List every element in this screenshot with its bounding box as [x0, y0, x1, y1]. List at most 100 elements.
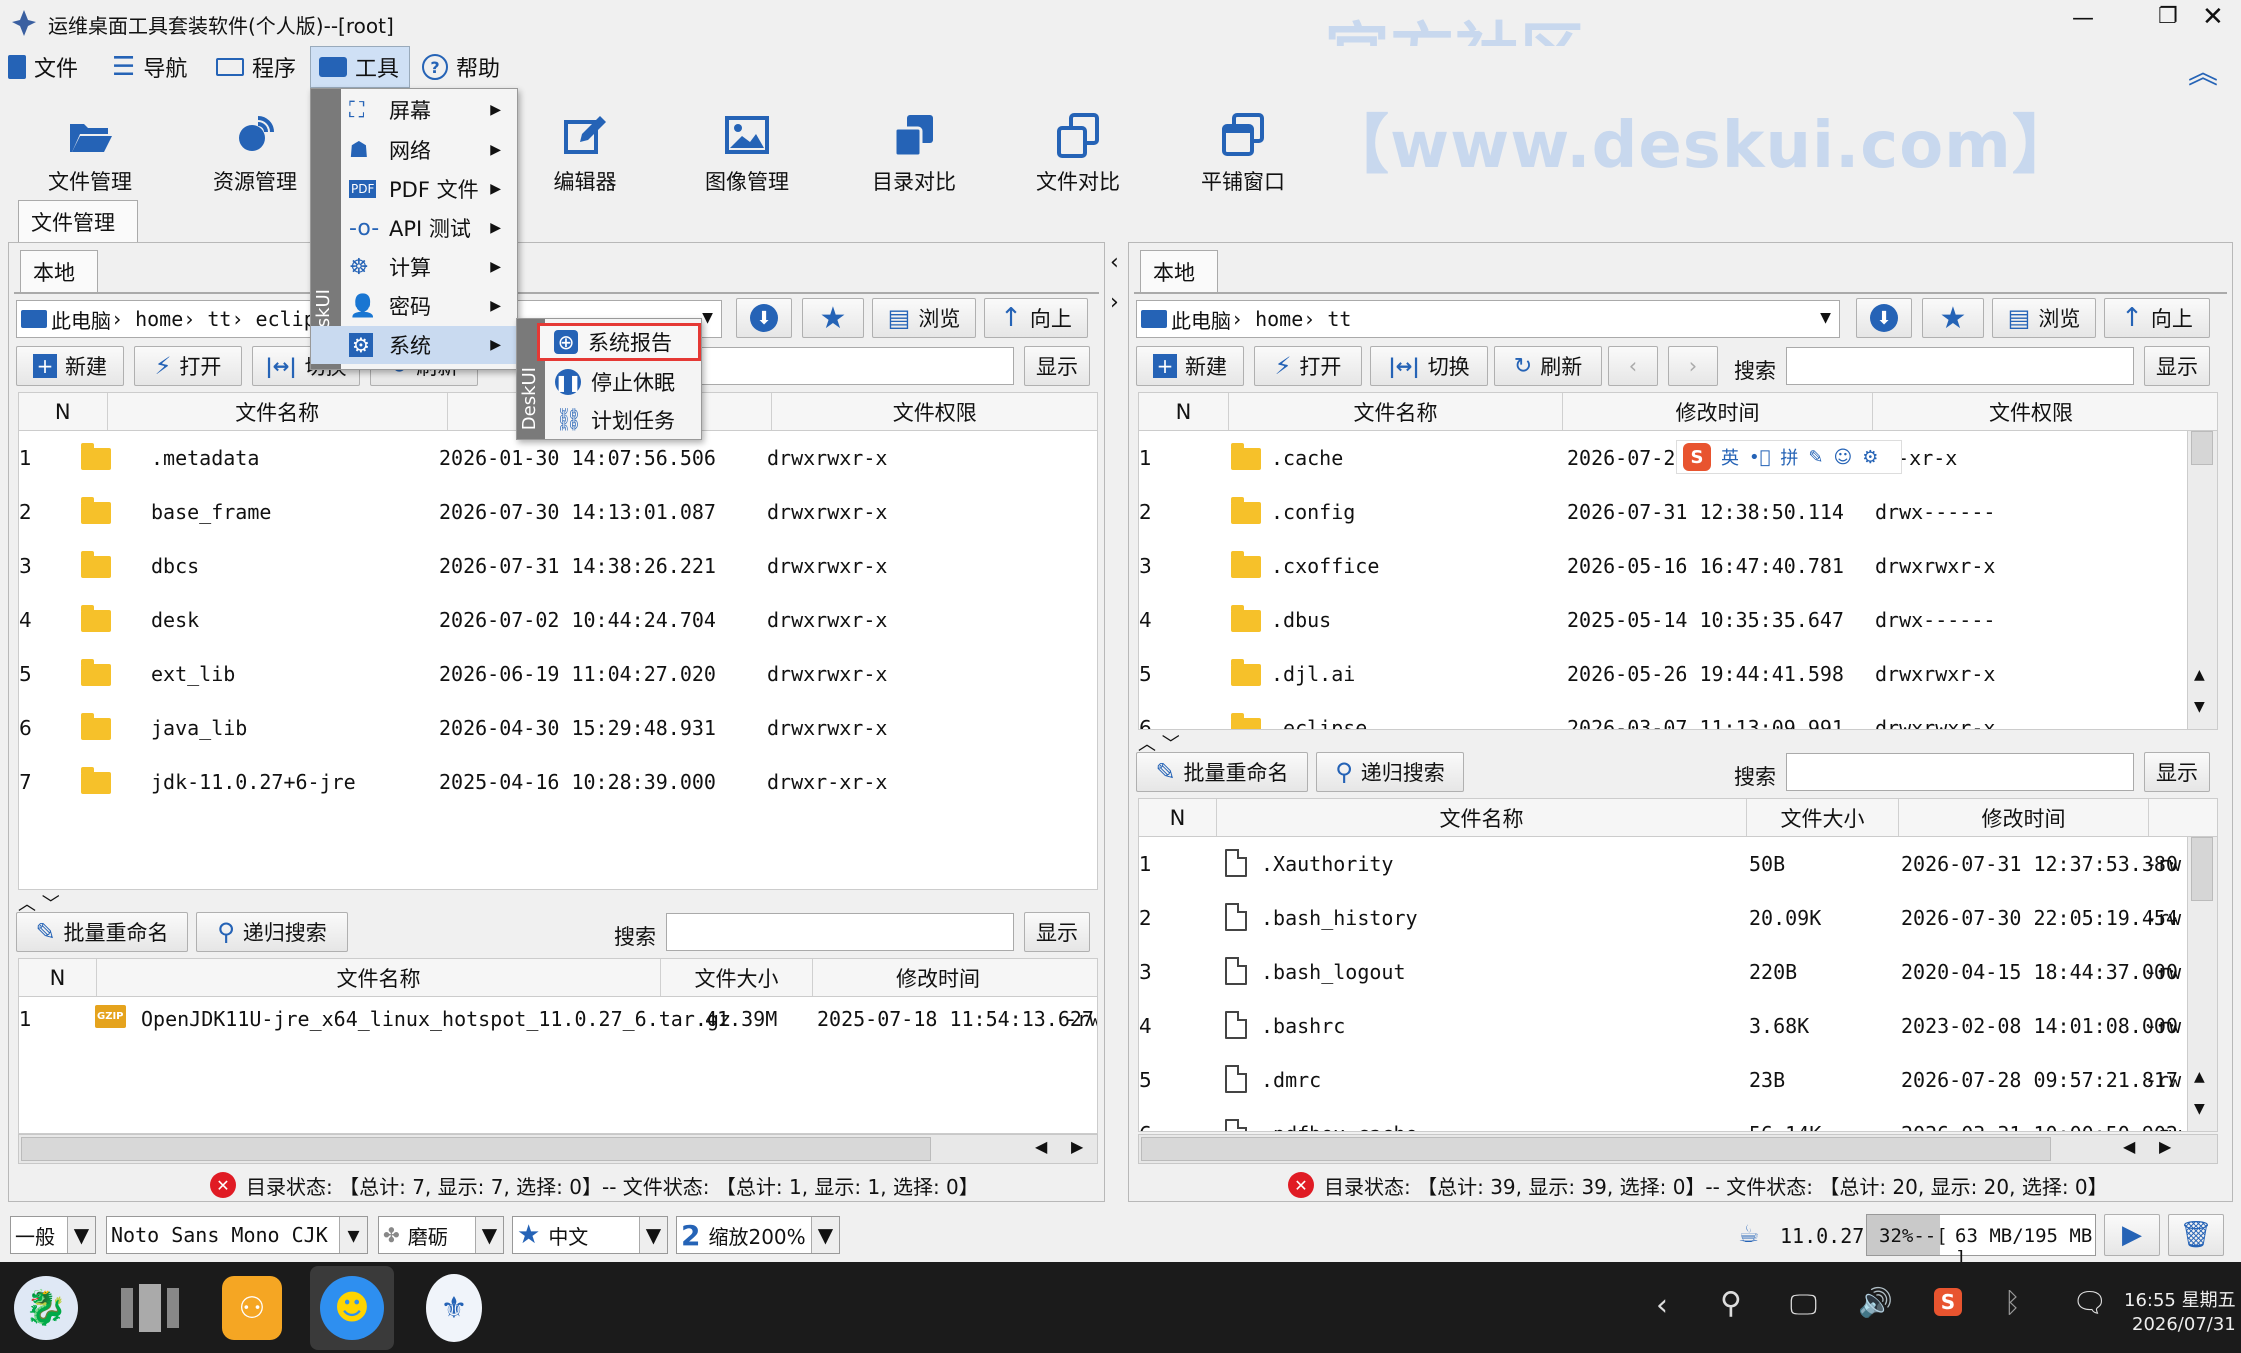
notification-icon[interactable]: 🗨 [2072, 1286, 2108, 1319]
submenu-item-stop-sleep[interactable]: ❚❚ 停止休眠 [517, 363, 701, 401]
table-row[interactable]: 3 .cxoffice 2026-05-16 16:47:40.781 drwxrwx… [1139, 539, 2217, 593]
table-row[interactable]: 2 .config 2026-07-31 12:38:50.114 drwx-----… [1139, 485, 2217, 539]
image-manager-button[interactable]: 图像管理 [677, 96, 817, 196]
sogou-tray-icon[interactable]: S [1934, 1288, 1962, 1316]
font-select[interactable]: Noto Sans Mono CJK SC ▼ [106, 1216, 368, 1254]
col-size[interactable]: 文件大小 [661, 959, 813, 996]
col-perm[interactable]: 文件权限 [772, 393, 1097, 430]
table-row[interactable]: 2 base_frame 2026-07-30 14:13:01.087 drwxrw… [19, 485, 1097, 539]
left-open-button[interactable]: ⚡ 打开 [134, 346, 242, 386]
right-new-button[interactable]: + 新建 [1136, 346, 1244, 386]
col-name[interactable]: 文件名称 [108, 393, 448, 430]
table-row[interactable]: 7 jdk-11.0.27+6-jre 2025-04-16 10:28:39.00… [19, 755, 1097, 809]
deskui-app-icon[interactable]: ⚜ [426, 1274, 482, 1342]
path-root[interactable]: 此电脑 [1171, 305, 1231, 334]
arrow-right-icon[interactable]: ▶ [2159, 1137, 2171, 1156]
chevron-right-icon[interactable]: › [1110, 290, 1119, 315]
col-n[interactable]: N [1139, 799, 1217, 836]
col-name[interactable]: 文件名称 [1217, 799, 1747, 836]
table-row[interactable]: 1 .Xauthority 50B 2026-07-31 12:37:53.380 -r… [1139, 837, 2217, 891]
right-browse-button[interactable]: ▤ 浏览 [1992, 298, 2096, 338]
language-select[interactable]: ★ 中文 ▼ [512, 1216, 668, 1254]
chevron-left-icon[interactable]: ‹ [1110, 250, 1119, 275]
menu-help[interactable]: ? 帮助 [422, 46, 500, 88]
monitor-icon[interactable]: 🖵 [1790, 1288, 1817, 1322]
ime-toolbar[interactable]: S 英 •ﾞ 拼 ✎ ☺ ⚙ [1676, 440, 1902, 474]
bluetooth-icon[interactable]: ᛒ [2004, 1286, 2021, 1319]
left-download-button[interactable]: ⬇ [736, 298, 792, 338]
right-dir-v-scrollbar[interactable]: ▲ ▼ [2187, 431, 2217, 729]
browser-app-icon[interactable]: ☻ [320, 1276, 384, 1340]
tools-menu-item-calc[interactable]: ☸ 计算 ▶ [311, 248, 517, 286]
minimize-icon[interactable]: — [2072, 6, 2094, 31]
mode-select[interactable]: 一般 ▼ [10, 1216, 96, 1254]
tools-menu-item-api[interactable]: -o- API 测试 ▶ [311, 209, 517, 247]
table-row[interactable]: 6 java_lib 2026-04-30 15:29:48.931 drwxrwxr… [19, 701, 1097, 755]
gc-run-button[interactable]: ▶ [2104, 1214, 2160, 1256]
tools-menu-item-pdf[interactable]: PDF PDF 文件 ▶ [311, 170, 517, 208]
table-row[interactable]: 2 .bash_history 20.09K 2026-07-30 22:05:19.… [1139, 891, 2217, 945]
theme-select[interactable]: ✤ 磨砺 ▼ [378, 1216, 504, 1254]
editor-button[interactable]: 编辑器 [515, 96, 655, 196]
left-up-button[interactable]: ↑ 向上 [984, 298, 1088, 338]
col-size[interactable]: 文件大小 [1747, 799, 1899, 836]
dir-compare-button[interactable]: 目录对比 [844, 96, 984, 196]
table-row[interactable]: 5 .dmrc 23B 2026-07-28 09:57:21.817 -rw [1139, 1053, 2217, 1107]
right-refresh-button[interactable]: ↻ 刷新 [1494, 346, 1602, 386]
tile-window-button[interactable]: 平铺窗口 [1173, 96, 1313, 196]
scrollbar-thumb[interactable] [2191, 837, 2213, 901]
path-root[interactable]: 此电脑 [51, 305, 111, 334]
right-favorite-button[interactable]: ★ [1922, 298, 1984, 338]
table-row[interactable]: 5 ext_lib 2026-06-19 11:04:27.020 drwxrwxr-… [19, 647, 1097, 701]
arrow-left-icon[interactable]: ◀ [1035, 1137, 1047, 1156]
chevron-down-icon[interactable]: ▼ [1820, 307, 1831, 328]
tab-file-manager[interactable]: 文件管理 [18, 200, 138, 242]
right-dir-show-button[interactable]: 显示 [2144, 346, 2210, 386]
arrow-up-icon[interactable]: ▲ [2194, 1069, 2205, 1085]
restore-icon[interactable]: ❐ [2158, 4, 2178, 29]
right-switch-button[interactable]: |↔| 切换 [1370, 346, 1488, 386]
chevron-down-icon[interactable]: ▼ [702, 307, 713, 328]
table-row[interactable]: 4 .bashrc 3.68K 2023-02-08 14:01:08.000 -rw [1139, 999, 2217, 1053]
left-dir-search-input[interactable] [700, 347, 1014, 385]
zoom-select[interactable]: 2 缩放200% ▼ [676, 1216, 840, 1254]
close-icon[interactable]: ✕ [2202, 2, 2224, 32]
table-row[interactable]: 4 .dbus 2025-05-14 10:35:35.647 drwx------ [1139, 593, 2217, 647]
submenu-item-system-report[interactable]: ⊕ 系统报告 [537, 323, 701, 361]
scrollbar-thumb[interactable] [1141, 1137, 2051, 1161]
menu-program[interactable]: 程序 [216, 46, 296, 88]
right-recursive-search-button[interactable]: ⚲ 递归搜索 [1316, 752, 1464, 792]
menu-tools[interactable]: 工具 [310, 46, 410, 88]
arrow-right-icon[interactable]: ▶ [1071, 1137, 1083, 1156]
col-mtime[interactable]: 修改时间 [1563, 393, 1873, 430]
clear-button[interactable]: 🗑 [2168, 1214, 2224, 1256]
left-tab-local[interactable]: 本地 [20, 250, 98, 292]
menu-file[interactable]: 文件 [8, 46, 78, 88]
scrollbar-thumb[interactable] [2191, 431, 2213, 465]
path-seg-tt[interactable]: tt [207, 307, 231, 331]
left-file-search-input[interactable] [666, 913, 1014, 951]
arrow-up-icon[interactable]: ▲ [2194, 667, 2205, 683]
left-batch-rename-button[interactable]: ✎ 批量重命名 [16, 912, 188, 952]
left-browse-button[interactable]: ▤ 浏览 [872, 298, 976, 338]
arrow-down-icon[interactable]: ▼ [2194, 699, 2205, 715]
right-dir-search-input[interactable] [1786, 347, 2134, 385]
forward-button[interactable]: › [1668, 346, 1718, 386]
left-h-scrollbar[interactable]: ◀ ▶ [18, 1134, 1098, 1164]
tools-menu-item-password[interactable]: 👤 密码 ▶ [311, 287, 517, 325]
table-row[interactable]: 6 .pdfbox.cache 56.14K 2026-03-31 10:00:50.… [1139, 1107, 2217, 1131]
file-manager-button[interactable]: 文件管理 [20, 96, 160, 196]
right-file-search-input[interactable] [1786, 753, 2134, 791]
right-batch-rename-button[interactable]: ✎ 批量重命名 [1136, 752, 1308, 792]
path-seg-tt[interactable]: tt [1327, 307, 1351, 331]
tools-menu-item-system[interactable]: ⚙ 系统 ▶ [311, 326, 517, 364]
left-favorite-button[interactable]: ★ [802, 298, 864, 338]
submenu-item-scheduled-tasks[interactable]: ⛓ 计划任务 [517, 401, 701, 439]
col-mtime[interactable]: 修改时间 [813, 959, 1063, 996]
right-file-show-button[interactable]: 显示 [2144, 752, 2210, 792]
launcher-icon[interactable]: 🐉 [14, 1276, 78, 1340]
collapse-icon[interactable]: ︽ [2188, 48, 2218, 92]
col-name[interactable]: 文件名称 [97, 959, 661, 996]
right-download-button[interactable]: ⬇ [1856, 298, 1912, 338]
table-row[interactable]: 3 dbcs 2026-07-31 14:38:26.221 drwxrwxr-x [19, 539, 1097, 593]
